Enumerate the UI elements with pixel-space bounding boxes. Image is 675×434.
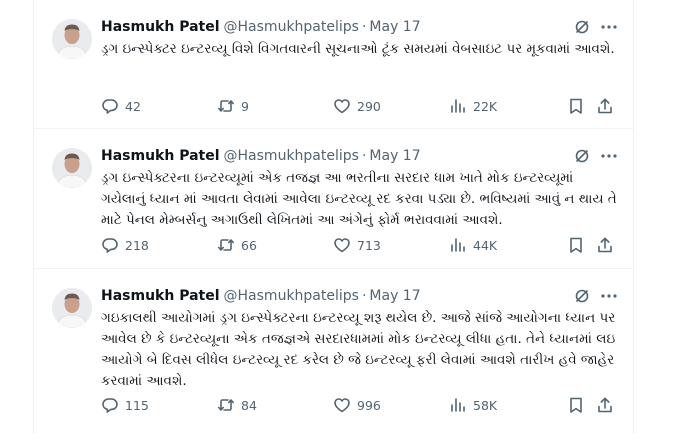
like-button[interactable]: 996 [333,395,381,415]
views-icon [451,398,465,412]
heart-icon [334,398,350,413]
like-count: 713 [357,237,381,253]
author-name[interactable]: Hasmukh Patel [101,19,220,35]
author-handle[interactable]: @Hasmukhpatelips [224,148,359,164]
tweet[interactable]: Hasmukh Patel @Hasmukhpatelips · May 17 ડ્ર… [34,129,634,269]
view-count: 58K [473,397,498,413]
like-count: 290 [357,98,381,114]
repost-count: 66 [241,237,257,253]
bookmark-icon [570,98,582,114]
author-handle[interactable]: @Hasmukhpatelips [224,19,359,35]
reply-icon [102,238,118,253]
bookmark-button[interactable] [567,395,585,415]
repost-icon [218,100,234,112]
views-icon [451,238,465,252]
tweet-text: ડ્રગ ઇન્સ્પેક્ટરના ઇન્ટરવ્યૂમાં એક તજજ્ઞ… [101,170,617,228]
separator: · [361,148,367,164]
tweet-actions: 42 9 290 22K [101,96,621,116]
repost-icon [218,399,234,411]
separator: · [361,288,367,304]
repost-button[interactable]: 84 [217,395,257,415]
views-button[interactable]: 44K [449,235,497,255]
avatar[interactable] [52,19,92,59]
view-count: 44K [473,237,498,253]
more-icon[interactable] [599,286,619,306]
views-button[interactable]: 22K [449,96,497,116]
tweet-actions: 218 66 713 44K [101,235,621,255]
heart-icon [334,238,350,253]
tweet[interactable]: Hasmukh Patel @Hasmukhpatelips · May 17 ડ્ર… [34,0,634,129]
tweet-header: Hasmukh Patel @Hasmukhpatelips · May 17 [101,146,421,166]
like-button[interactable]: 290 [333,96,381,116]
grok-icon[interactable] [574,148,590,164]
tweet-actions: 115 84 996 58K [101,395,621,415]
timeline: Hasmukh Patel @Hasmukhpatelips · May 17 ડ્ર… [33,0,634,434]
share-button[interactable] [596,235,614,255]
views-icon [451,99,465,113]
avatar-image [52,19,92,59]
tweet-date[interactable]: May 17 [369,288,420,304]
grok-icon[interactable] [574,19,590,35]
tweet-header: Hasmukh Patel @Hasmukhpatelips · May 17 [101,17,421,37]
tweet[interactable]: Hasmukh Patel @Hasmukhpatelips · May 17 ગઇક… [34,269,634,434]
author-name[interactable]: Hasmukh Patel [101,148,220,164]
bookmark-button[interactable] [567,235,585,255]
repost-count: 84 [241,397,257,413]
reply-count: 42 [125,98,141,114]
tweet-date[interactable]: May 17 [369,148,420,164]
more-icon[interactable] [599,17,619,37]
heart-icon [334,99,350,114]
view-count: 22K [473,98,498,114]
avatar-image [52,148,92,188]
repost-count: 9 [241,98,249,114]
repost-icon [218,239,234,251]
reply-count: 115 [125,397,149,413]
reply-count: 218 [125,237,149,253]
reply-button[interactable]: 42 [101,96,141,116]
like-count: 996 [357,397,381,413]
share-button[interactable] [596,395,614,415]
avatar-image [52,288,92,328]
avatar[interactable] [52,288,92,328]
share-icon [598,98,612,114]
bookmark-icon [570,397,582,413]
reply-icon [102,99,118,114]
bookmark-button[interactable] [567,96,585,116]
like-button[interactable]: 713 [333,235,381,255]
author-handle[interactable]: @Hasmukhpatelips [224,288,359,304]
bookmark-icon [570,237,582,253]
repost-button[interactable]: 9 [217,96,249,116]
grok-icon[interactable] [574,288,590,304]
share-icon [598,237,612,253]
avatar[interactable] [52,148,92,188]
author-name[interactable]: Hasmukh Patel [101,288,220,304]
reply-icon [102,398,118,413]
share-icon [598,397,612,413]
reply-button[interactable]: 115 [101,395,149,415]
separator: · [361,19,367,35]
tweet-text: ગઇકાલથી આયોગમાં ડ્રગ ઇન્સ્પેક્ટરના ઇન્ટર… [101,310,616,389]
tweet-header: Hasmukh Patel @Hasmukhpatelips · May 17 [101,286,421,306]
reply-button[interactable]: 218 [101,235,149,255]
tweet-date[interactable]: May 17 [369,19,420,35]
tweet-text: ડ્રગ ઇન્સ્પેક્ટર ઇન્ટરવ્યૂ વિશે વિગતવારન… [101,41,615,57]
repost-button[interactable]: 66 [217,235,257,255]
share-button[interactable] [596,96,614,116]
more-icon[interactable] [599,146,619,166]
views-button[interactable]: 58K [449,395,497,415]
